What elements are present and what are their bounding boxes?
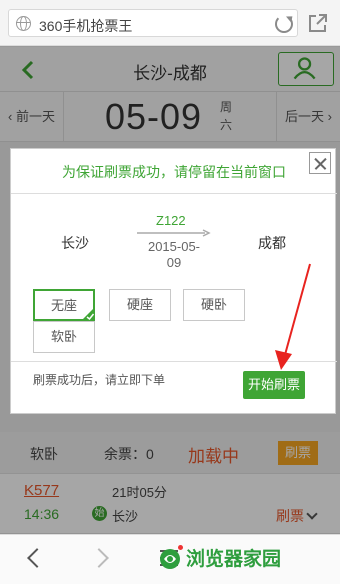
date-line-1: 2015-05- xyxy=(147,239,201,254)
train-number: Z122 xyxy=(156,213,186,228)
from-station: 长沙 xyxy=(61,235,89,251)
watermark-text: 浏览器家园 xyxy=(186,549,282,570)
back-icon[interactable] xyxy=(27,548,47,568)
divider xyxy=(11,193,337,194)
seat-label: 软卧 xyxy=(50,329,77,344)
seat-option-hard-seat[interactable]: 硬座 xyxy=(109,289,171,321)
travel-date: 2015-05- 09 xyxy=(137,239,211,271)
seat-label: 硬座 xyxy=(126,297,153,312)
stay-on-window-notice: 为保证刷票成功，请停留在当前窗口 xyxy=(62,164,286,180)
red-annotation-arrow xyxy=(275,263,311,370)
watermark-logo-icon xyxy=(160,549,180,569)
date-line-2: 09 xyxy=(166,255,182,270)
address-field[interactable]: 360手机抢票王 xyxy=(8,9,298,37)
checkmark-icon xyxy=(81,307,95,321)
seat-option-soft-sleeper[interactable]: 软卧 xyxy=(33,321,95,353)
refresh-icon[interactable] xyxy=(275,15,293,33)
forward-icon[interactable] xyxy=(89,548,109,568)
seat-label: 无座 xyxy=(50,298,77,313)
seat-option-no-seat[interactable]: 无座 xyxy=(33,289,95,321)
order-hint: 刷票成功后，请立即下单 xyxy=(33,373,166,387)
browser-address-bar: 360手机抢票王 xyxy=(0,0,340,46)
globe-icon xyxy=(16,16,31,31)
seat-option-hard-sleeper[interactable]: 硬卧 xyxy=(183,289,245,321)
to-station: 成都 xyxy=(258,235,286,251)
direction-arrow-icon xyxy=(137,229,211,237)
share-icon[interactable] xyxy=(308,13,328,33)
address-text: 360手机抢票王 xyxy=(39,18,133,34)
seat-label: 硬卧 xyxy=(200,297,227,312)
start-grab-button[interactable]: 开始刷票 xyxy=(243,371,305,399)
